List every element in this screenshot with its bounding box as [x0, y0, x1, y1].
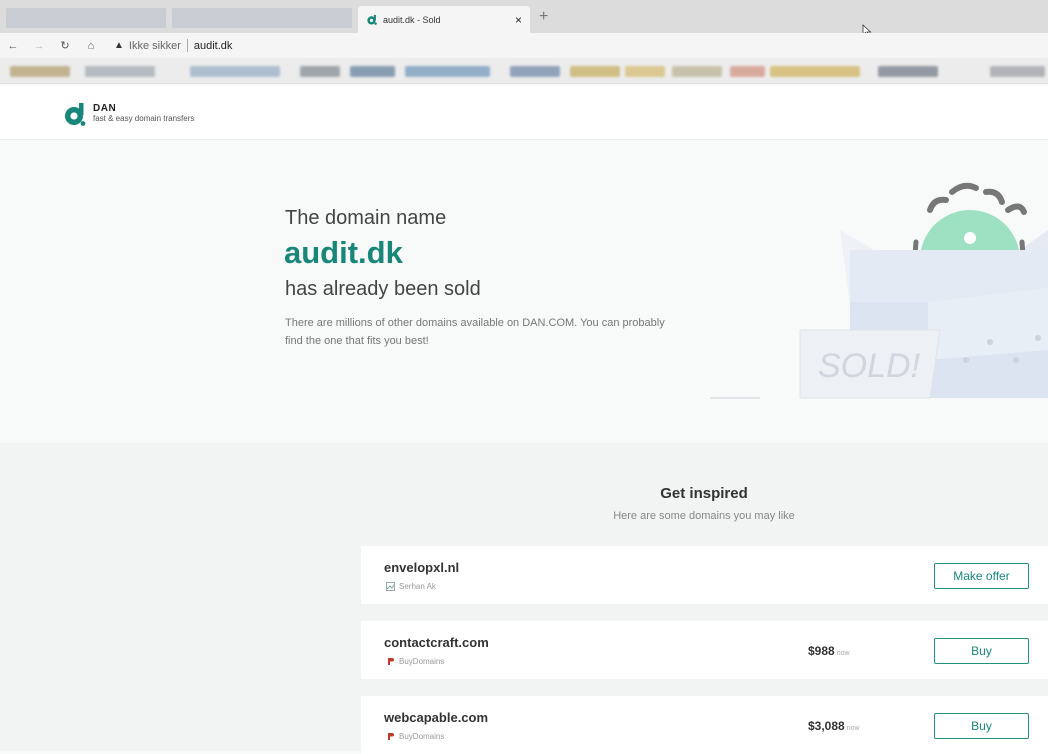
- buy-button[interactable]: Buy: [934, 638, 1029, 664]
- domain-name[interactable]: envelopxl.nl: [384, 560, 459, 575]
- inspired-title: Get inspired: [660, 485, 748, 502]
- browser-toolbar: ← → ↻ ⌂ ▲ Ikke sikker audit.dk: [0, 33, 1048, 58]
- hero-intro: The domain name: [285, 207, 447, 229]
- back-button[interactable]: ←: [0, 40, 26, 52]
- bookmark-item[interactable]: [730, 66, 765, 77]
- domain-name[interactable]: contactcraft.com: [384, 635, 489, 650]
- hero-status: has already been sold: [285, 278, 481, 300]
- hero-domain: audit.dk: [284, 235, 403, 270]
- seller-name: BuyDomains: [399, 657, 445, 666]
- seller-name: BuyDomains: [399, 732, 445, 741]
- bookmark-item[interactable]: [770, 66, 860, 77]
- domain-price: $988 now: [808, 644, 850, 658]
- home-button[interactable]: ⌂: [78, 40, 104, 52]
- logo-name[interactable]: DAN: [93, 103, 116, 114]
- dan-favicon-icon: [367, 14, 377, 25]
- domain-card[interactable]: contactcraft.com BuyDomains $988 now Buy: [361, 621, 1048, 679]
- buydomains-icon: [388, 733, 394, 740]
- warning-triangle-icon: ▲: [114, 40, 124, 51]
- domain-card[interactable]: webcapable.com BuyDomains $3,088 now Buy: [361, 696, 1048, 754]
- bookmark-item[interactable]: [405, 66, 490, 77]
- domain-price: $3,088 now: [808, 719, 860, 733]
- get-inspired-section: Get inspired Here are some domains you m…: [0, 443, 1048, 754]
- bookmark-item[interactable]: [625, 66, 665, 77]
- seller: BuyDomains: [386, 732, 444, 741]
- hero-description: There are millions of other domains avai…: [285, 317, 665, 347]
- domain-name[interactable]: webcapable.com: [384, 710, 488, 725]
- site-header: DAN fast & easy domain transfers: [0, 85, 1048, 140]
- address-bar[interactable]: ▲ Ikke sikker audit.dk: [114, 39, 232, 52]
- tab-title: audit.dk - Sold: [383, 14, 441, 25]
- seller-name: Serhan Ak: [399, 582, 436, 591]
- bookmark-item[interactable]: [350, 66, 395, 77]
- price-suffix: now: [836, 650, 850, 657]
- price-suffix: now: [846, 725, 860, 732]
- new-tab-button[interactable]: +: [539, 8, 548, 26]
- bookmark-item[interactable]: [990, 66, 1045, 77]
- security-label: Ikke sikker: [128, 39, 181, 52]
- reload-button[interactable]: ↻: [52, 39, 78, 52]
- bookmark-item[interactable]: [190, 66, 280, 77]
- tab-close-icon[interactable]: ×: [515, 13, 522, 27]
- seller: Serhan Ak: [386, 582, 436, 591]
- inspired-subtitle: Here are some domains you may like: [613, 510, 795, 522]
- logo-tagline: fast & easy domain transfers: [93, 114, 195, 123]
- broken-image-icon: [386, 582, 395, 591]
- buy-button[interactable]: Buy: [934, 713, 1029, 739]
- address-separator: [186, 39, 188, 52]
- bookmarks-bar: [0, 58, 1048, 84]
- bookmark-item[interactable]: [570, 66, 620, 77]
- seller: BuyDomains: [386, 657, 444, 666]
- make-offer-button[interactable]: Make offer: [934, 563, 1029, 589]
- domain-card[interactable]: envelopxl.nl Serhan Ak Make offer: [361, 546, 1048, 604]
- forward-button[interactable]: →: [26, 40, 52, 52]
- sold-text: SOLD!: [818, 347, 921, 385]
- sold-mascot-illustration: SOLD!: [710, 182, 1048, 399]
- bookmark-item[interactable]: [672, 66, 722, 77]
- bookmark-item[interactable]: [878, 66, 938, 77]
- background-tab[interactable]: [6, 8, 166, 28]
- url-host: audit.dk: [193, 39, 233, 52]
- bookmark-item[interactable]: [10, 66, 70, 77]
- background-tab[interactable]: [172, 8, 352, 28]
- buydomains-icon: [388, 658, 394, 665]
- bookmark-item[interactable]: [85, 66, 155, 77]
- browser-tab-strip: audit.dk - Sold × +: [0, 0, 1048, 38]
- bookmark-item[interactable]: [510, 66, 560, 77]
- active-tab[interactable]: audit.dk - Sold ×: [358, 6, 530, 33]
- dan-logo-icon[interactable]: [64, 102, 86, 126]
- bookmark-item[interactable]: [300, 66, 340, 77]
- hero-section: The domain name audit.dk has already bee…: [0, 140, 1048, 443]
